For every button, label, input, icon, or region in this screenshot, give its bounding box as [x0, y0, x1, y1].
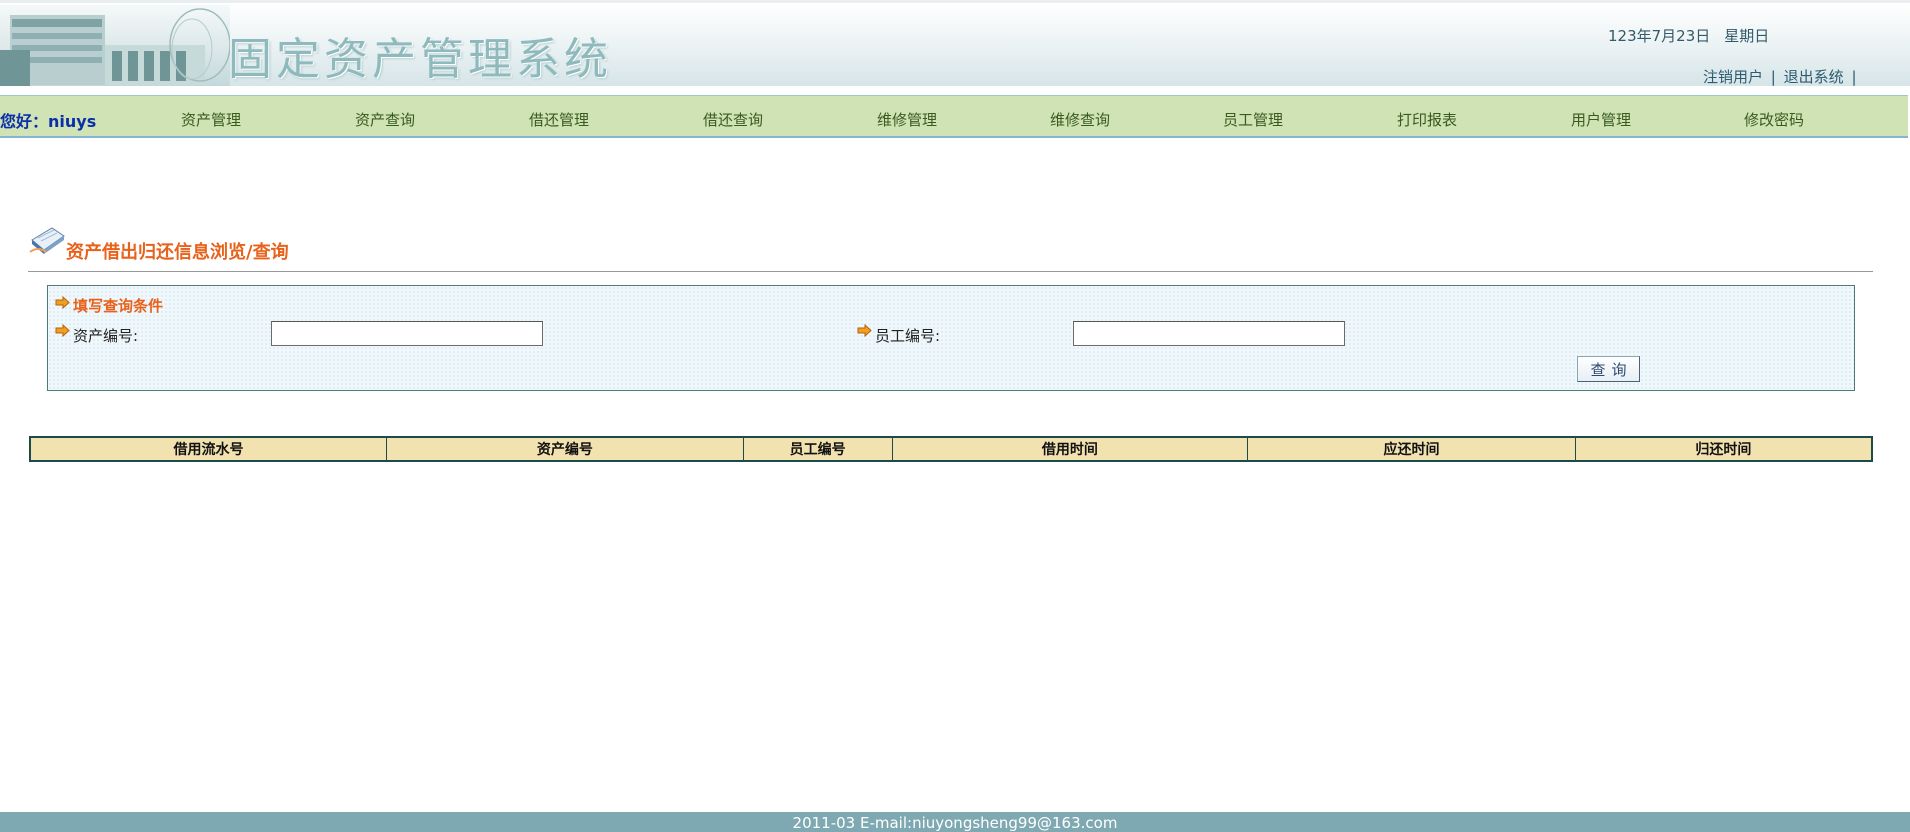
nav-item-borrow-return-management[interactable]: 借还管理 — [529, 109, 589, 130]
column-header-borrow-time: 借用时间 — [891, 436, 1249, 462]
column-header-due-time: 应还时间 — [1247, 436, 1576, 462]
date-label: 123年7月23日 — [1608, 27, 1711, 45]
arrow-right-icon — [857, 324, 872, 337]
building-banner-image — [0, 5, 230, 86]
column-header-employee-number: 员工编号 — [742, 436, 893, 462]
main-nav: 您好：niuys 资产管理 资产查询 借还管理 借还查询 维修管理 维修查询 员… — [0, 95, 1908, 138]
nav-item-borrow-return-query[interactable]: 借还查询 — [703, 109, 763, 130]
nav-item-print-report[interactable]: 打印报表 — [1397, 109, 1457, 130]
link-separator: | — [1770, 68, 1776, 86]
query-panel: 填写查询条件 资产编号: 员工编号: 查询 — [47, 285, 1855, 391]
nav-item-maintenance-management[interactable]: 维修管理 — [877, 109, 937, 130]
app-title: 固定资产管理系统 — [228, 34, 612, 85]
query-panel-title: 填写查询条件 — [73, 297, 164, 315]
column-header-return-time: 归还时间 — [1574, 436, 1873, 462]
nav-item-asset-management[interactable]: 资产管理 — [181, 109, 241, 130]
exit-system-link[interactable]: 退出系统 — [1784, 68, 1844, 86]
user-links: 注销用户 | 退出系统 | — [1703, 66, 1860, 86]
employee-number-label: 员工编号: — [875, 327, 941, 345]
nav-item-user-management[interactable]: 用户管理 — [1571, 109, 1631, 130]
nav-item-employee-management[interactable]: 员工管理 — [1223, 109, 1283, 130]
arrow-right-icon — [55, 324, 70, 337]
arrow-right-icon — [55, 296, 70, 309]
link-separator: | — [1851, 68, 1857, 86]
query-button[interactable]: 查询 — [1577, 356, 1640, 382]
date-display: 123年7月23日 星期日 — [1608, 25, 1783, 46]
page-header: 固定资产管理系统 123年7月23日 星期日 注销用户 | 退出系统 | — [0, 0, 1910, 86]
logout-user-link[interactable]: 注销用户 — [1703, 68, 1763, 86]
section-heading: 资产借出归还信息浏览/查询 — [28, 222, 1873, 272]
weekday-label: 星期日 — [1724, 27, 1770, 45]
user-greeting: 您好：niuys — [0, 112, 97, 131]
column-header-asset-number: 资产编号 — [386, 436, 744, 462]
nav-item-change-password[interactable]: 修改密码 — [1744, 109, 1804, 130]
table-header-row: 借用流水号 资产编号 员工编号 借用时间 应还时间 归还时间 — [29, 436, 1873, 462]
column-header-borrow-serial: 借用流水号 — [29, 436, 388, 462]
nav-item-maintenance-query[interactable]: 维修查询 — [1050, 109, 1110, 130]
nav-item-asset-query[interactable]: 资产查询 — [355, 109, 415, 130]
borrow-records-table: 借用流水号 资产编号 员工编号 借用时间 应还时间 归还时间 — [29, 436, 1873, 462]
book-icon — [29, 227, 65, 254]
asset-number-label: 资产编号: — [73, 327, 139, 345]
page-footer: 2011-03 E-mail:niuyongsheng99@163.com — [0, 812, 1910, 832]
asset-number-input[interactable] — [271, 321, 543, 346]
section-title: 资产借出归还信息浏览/查询 — [66, 242, 289, 263]
employee-number-input[interactable] — [1073, 321, 1345, 346]
